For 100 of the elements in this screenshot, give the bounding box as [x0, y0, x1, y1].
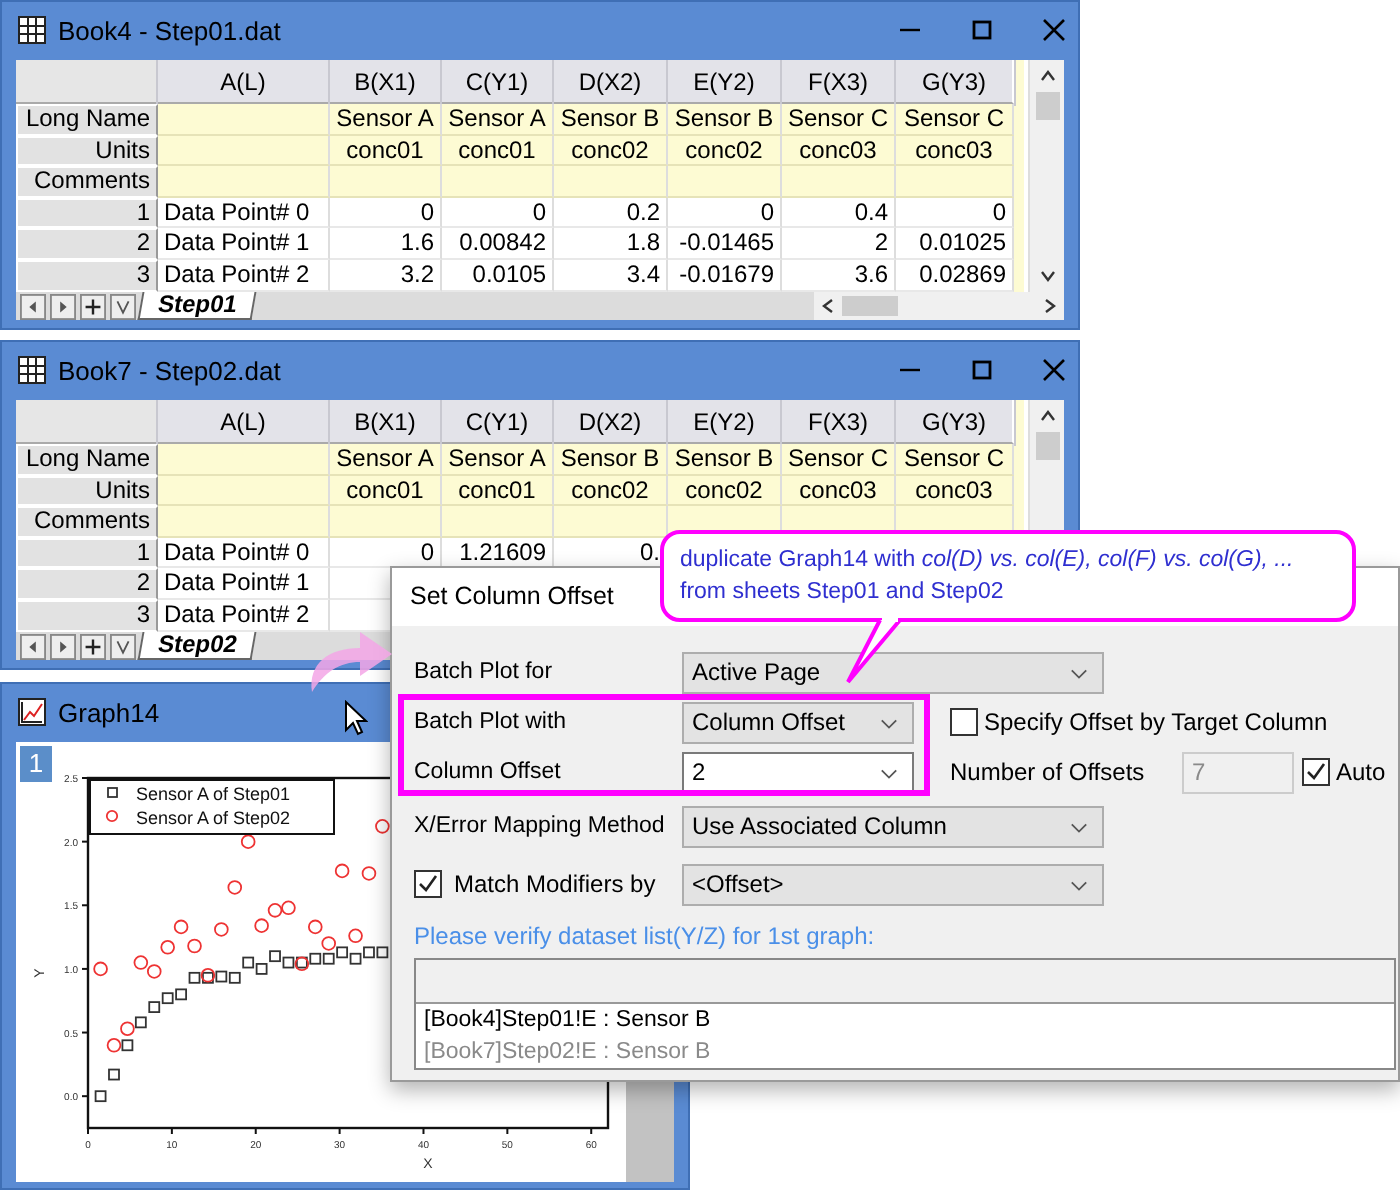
column-header[interactable]: D(X2) — [554, 400, 668, 444]
column-header[interactable]: G(Y3) — [896, 400, 1014, 444]
row-label: Comments — [16, 506, 158, 538]
scroll-thumb[interactable] — [1035, 432, 1060, 460]
checkbox[interactable] — [950, 708, 978, 736]
table-cell: Data Point# 0 — [158, 197, 330, 229]
column-header[interactable]: F(X3) — [782, 60, 896, 104]
chevron-right-icon[interactable] — [1040, 296, 1060, 316]
column-header[interactable]: C(Y1) — [442, 60, 554, 104]
grid-icon — [18, 356, 46, 384]
chevron-down-icon[interactable] — [110, 293, 136, 319]
dropdown[interactable]: Column Offset — [682, 701, 914, 743]
square-marker — [108, 1068, 120, 1081]
chevron-down-icon[interactable] — [1037, 266, 1058, 286]
maximize-icon[interactable] — [970, 18, 994, 42]
table-cell: Sensor B — [668, 444, 782, 476]
checkbox[interactable] — [414, 870, 442, 898]
table-cell — [554, 506, 668, 538]
table-cell: Sensor C — [782, 104, 896, 136]
table-cell: conc03 — [896, 135, 1014, 167]
column-header[interactable]: G(Y3) — [896, 60, 1014, 104]
sheet-tab[interactable]: Step02 — [137, 632, 258, 660]
combo-box[interactable]: 2 — [682, 751, 914, 793]
square-marker — [134, 1016, 147, 1029]
table-cell: 2 — [782, 228, 896, 260]
column-header[interactable]: B(X1) — [330, 400, 442, 444]
checkbox-label: Specify Offset by Target Column — [984, 708, 1328, 736]
cursor-icon — [344, 700, 368, 736]
column-header[interactable]: D(X2) — [554, 60, 668, 104]
column-header[interactable]: E(Y2) — [668, 60, 782, 104]
sheet-tab[interactable]: Step01 — [137, 292, 258, 320]
checkbox-label: Auto — [1336, 758, 1386, 786]
plus-icon[interactable] — [80, 633, 106, 659]
circle-marker — [348, 928, 363, 944]
column-header[interactable]: E(Y2) — [668, 400, 782, 444]
maximize-icon[interactable] — [970, 358, 994, 382]
table-cell — [442, 506, 554, 538]
caret-icon — [880, 767, 898, 779]
plus-icon[interactable] — [80, 293, 106, 319]
chevron-up-icon[interactable] — [1037, 66, 1058, 86]
table-cell: conc03 — [782, 135, 896, 167]
column-header[interactable]: A(L) — [158, 400, 330, 444]
scroll-thumb[interactable] — [842, 296, 898, 316]
row-label: Units — [16, 475, 158, 507]
column-header[interactable]: A(L) — [158, 60, 330, 104]
table-cell: conc03 — [782, 475, 896, 507]
table-cell: 3.4 — [554, 259, 668, 292]
dropdown[interactable]: <Offset> — [682, 863, 1104, 905]
scroll-thumb[interactable] — [1035, 92, 1060, 120]
table-cell: Sensor B — [554, 444, 668, 476]
graph-icon — [18, 698, 46, 726]
field-label: Number of Offsets — [950, 758, 1147, 786]
vertical-scrollbar[interactable] — [1028, 60, 1064, 292]
chevron-down-icon[interactable] — [110, 633, 136, 659]
row-number: 2 — [16, 568, 158, 600]
hint-text: Please verify dataset list(Y/Z) for 1st graph: — [414, 922, 877, 950]
legend-label: Sensor A of Step02 — [136, 808, 291, 828]
circle-marker — [173, 919, 189, 935]
close-icon[interactable] — [1042, 18, 1066, 42]
chevron-up-icon[interactable] — [1037, 406, 1058, 426]
legend-marker — [107, 787, 118, 798]
table-cell: 0 — [668, 197, 782, 229]
table-cell: Data Point# 2 — [158, 599, 330, 632]
table-cell: conc02 — [554, 135, 668, 167]
table-cell: Data Point# 1 — [158, 228, 330, 260]
header-corner — [16, 60, 158, 104]
table-cell: 0.2 — [554, 197, 668, 229]
table-cell: conc02 — [668, 475, 782, 507]
column-header[interactable]: B(X1) — [330, 60, 442, 104]
table-cell: 0 — [330, 537, 442, 569]
grid-icon — [18, 16, 46, 44]
window-title: Book7 - Step02.dat — [58, 355, 281, 385]
table-cell: Sensor C — [896, 444, 1014, 476]
table-cell: conc02 — [668, 135, 782, 167]
checkbox[interactable] — [1302, 758, 1330, 786]
circle-marker — [334, 863, 350, 879]
horizontal-scrollbar[interactable] — [814, 292, 1064, 320]
table-cell: conc01 — [330, 475, 442, 507]
table-cell: 0.0105 — [442, 259, 554, 292]
caret-icon — [1070, 821, 1088, 833]
table-cell: 0.02869 — [896, 259, 1014, 292]
row-label: Long Name — [16, 104, 158, 136]
close-icon[interactable] — [1042, 358, 1066, 382]
dropdown[interactable]: Active Page — [682, 651, 1104, 693]
table-cell: 1.6 — [330, 228, 442, 260]
row-number: 1 — [16, 537, 158, 569]
table-cell — [668, 166, 782, 198]
column-header[interactable]: F(X3) — [782, 400, 896, 444]
column-header[interactable]: C(Y1) — [442, 400, 554, 444]
table-cell: -0.01679 — [668, 259, 782, 292]
dropdown[interactable]: Use Associated Column — [682, 805, 1104, 847]
window-title: Book4 - Step01.dat — [58, 15, 281, 45]
list-item[interactable]: [Book4]Step01!E : Sensor B — [416, 1004, 1394, 1036]
table-cell — [782, 166, 896, 198]
chevron-left-icon[interactable] — [818, 296, 838, 316]
table-cell: 3.2 — [330, 259, 442, 292]
field-label: Column Offset — [414, 760, 563, 784]
table-cell: 0.00842 — [442, 228, 554, 260]
table-cell — [330, 166, 442, 198]
table-cell: Sensor A — [330, 444, 442, 476]
